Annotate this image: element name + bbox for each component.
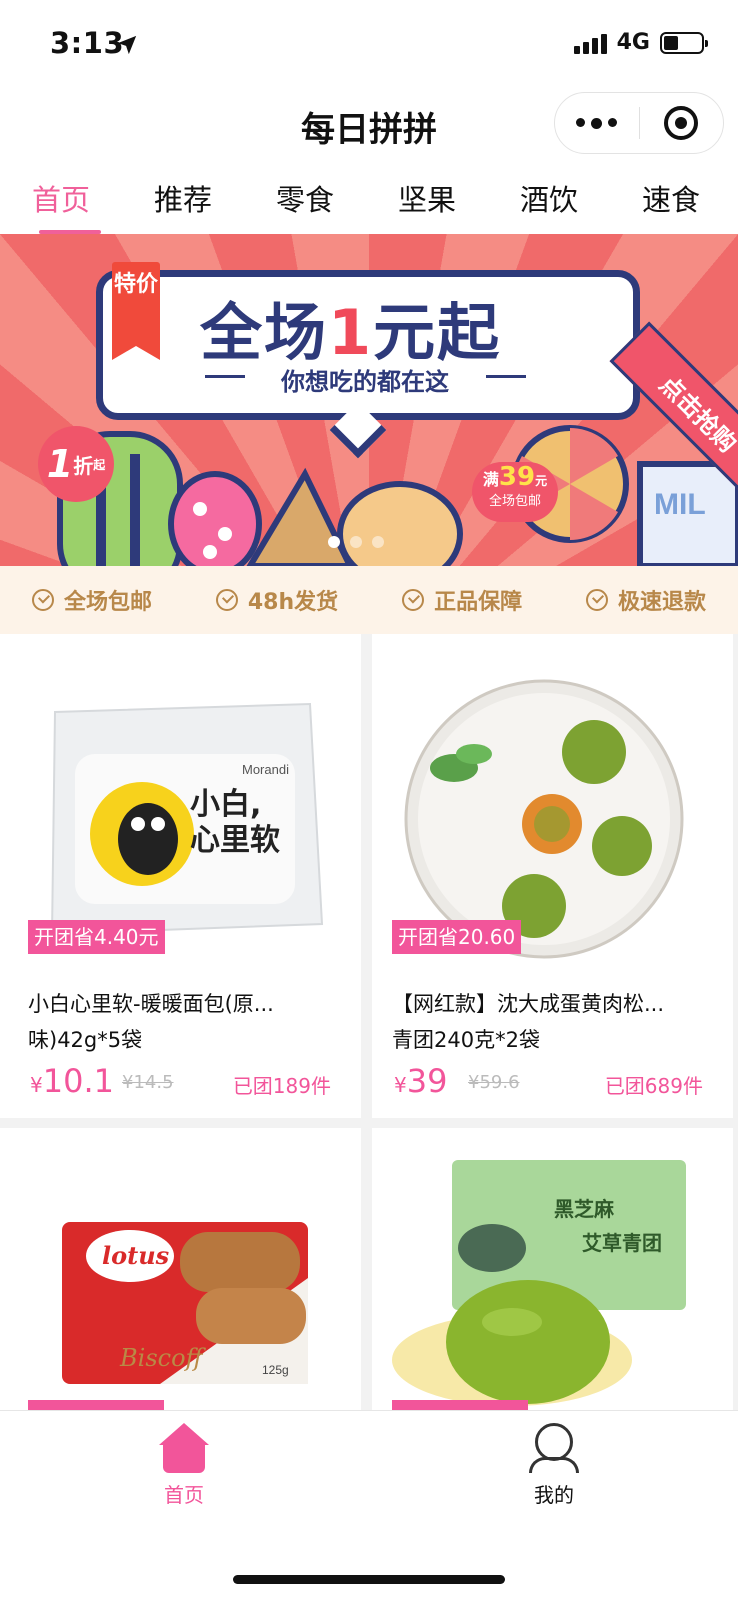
user-icon — [529, 1423, 579, 1473]
original-price: ¥59.6 — [468, 1072, 520, 1093]
headline-pre: 全场 — [200, 296, 329, 369]
bottom-tab-bar: 首页 我的 — [0, 1410, 738, 1600]
guarantee-label: 48h发货 — [247, 590, 339, 615]
original-price: ¥14.5 — [122, 1072, 174, 1093]
product-image: 小白, 心里软 Morandi — [0, 634, 361, 964]
group-saving-badge: 开团省4.40元 — [28, 920, 165, 954]
free-shipping-threshold: 满39元 — [472, 462, 558, 492]
check-circle-icon — [215, 589, 238, 611]
group-saving-badge: 开团省20.60 — [392, 920, 522, 954]
check-circle-icon — [585, 589, 608, 611]
banner-subline: 你想吃的都在这 — [281, 368, 449, 396]
check-circle-icon — [402, 589, 425, 611]
product-price: ¥39 — [394, 1062, 447, 1100]
category-tabs: 首页 推荐 零食 坚果 酒饮 速食 — [0, 160, 738, 234]
network-type: 4G — [616, 30, 650, 55]
discount-suffix: 起 — [93, 457, 106, 472]
tab-nuts[interactable]: 坚果 — [366, 160, 488, 234]
home-icon — [159, 1423, 209, 1473]
location-arrow-icon — [117, 35, 137, 55]
product-card[interactable]: 小白, 心里软 Morandi 开团省4.40元 小白心里软-暖暖面包(原...… — [0, 634, 361, 1118]
tab-home[interactable]: 首页 — [0, 160, 122, 234]
guarantee-48h-dispatch: 48h发货 — [215, 584, 339, 616]
package-weight: 125g — [262, 1363, 289, 1377]
status-time: 3:13 — [50, 26, 125, 60]
package-brand: Morandi — [242, 762, 289, 777]
sold-count: 已团189件 — [232, 1074, 331, 1098]
close-miniprogram-button[interactable] — [640, 106, 724, 140]
signal-icon — [573, 32, 607, 54]
price-value: 39 — [406, 1062, 448, 1100]
free-shipping-text: 全场包邮 — [488, 494, 541, 509]
promo-banner[interactable]: MIL 特价 全场1元起 你想吃的都在这 点击抢购 1 折 起 满39元 全场包… — [0, 234, 738, 566]
currency-symbol: ¥ — [30, 1073, 43, 1097]
free-shipping-unit: 元 — [535, 474, 548, 488]
product-name-line: 【网红款】沈大成蛋黄肉松... — [392, 992, 665, 1016]
product-name: 小白心里软-暖暖面包(原... 味)42g*5袋 — [28, 986, 338, 1058]
package-text-line1: 黑芝麻 — [554, 1197, 615, 1221]
miniprogram-capsule — [554, 92, 724, 154]
nav-bar: 每日拼拼 — [0, 92, 738, 160]
home-indicator — [233, 1575, 505, 1584]
status-indicators: 4G — [573, 30, 708, 55]
target-icon — [664, 106, 699, 140]
free-shipping-prefix: 满 — [482, 470, 499, 489]
package-subbrand: Biscoff — [119, 1344, 207, 1372]
package-text-line2: 心里软 — [190, 823, 280, 858]
discount-unit: 折 — [73, 453, 94, 478]
product-name-line: 小白心里软-暖暖面包(原... — [28, 992, 274, 1016]
svg-text:MIL: MIL — [654, 488, 706, 521]
service-guarantees: 全场包邮 48h发货 正品保障 极速退款 — [0, 566, 738, 634]
discount-number: 1 — [46, 442, 74, 486]
special-price-tag: 特价 — [112, 262, 160, 360]
package-brand: lotus — [102, 1241, 170, 1270]
app-screen: 3:13 4G 每日拼拼 首页 推荐 零食 坚果 酒饮 速食 MIL 特价 全场… — [0, 0, 738, 1600]
carousel-dot[interactable] — [328, 536, 340, 548]
headline-number: 1 — [328, 296, 374, 369]
battery-icon — [660, 31, 708, 54]
package-text-line2: 艾草青团 — [582, 1231, 662, 1255]
carousel-dots — [328, 536, 384, 548]
discount-badge: 1 折 起 — [38, 426, 114, 502]
more-icon[interactable] — [555, 117, 639, 129]
guarantee-label: 极速退款 — [617, 590, 706, 615]
product-price: ¥10.1 — [30, 1062, 114, 1100]
guarantee-fast-refund: 极速退款 — [585, 584, 706, 616]
tabbar-profile[interactable]: 我的 — [494, 1423, 614, 1508]
tab-instant-food[interactable]: 速食 — [610, 160, 732, 234]
product-card[interactable]: lotus Biscoff 125g — [0, 1128, 361, 1428]
subline-rule-right — [486, 375, 526, 378]
currency-symbol: ¥ — [394, 1073, 407, 1097]
banner-headline: 全场1元起 — [200, 282, 501, 372]
tab-snacks[interactable]: 零食 — [244, 160, 366, 234]
product-name-line: 青团240克*2袋 — [392, 1028, 540, 1052]
carousel-dot[interactable] — [350, 536, 362, 548]
headline-post: 元起 — [373, 296, 502, 369]
tabbar-label: 我的 — [534, 1483, 574, 1507]
guarantee-label: 全场包邮 — [63, 590, 152, 615]
free-shipping-value: 39 — [498, 462, 536, 492]
free-shipping-badge: 满39元 全场包邮 — [472, 462, 558, 522]
carousel-dot[interactable] — [372, 536, 384, 548]
guarantee-label: 正品保障 — [434, 590, 523, 615]
product-image — [372, 634, 733, 964]
product-card[interactable]: 开团省20.60 【网红款】沈大成蛋黄肉松... 青团240克*2袋 ¥39 ¥… — [372, 634, 733, 1118]
sold-count: 已团689件 — [604, 1074, 703, 1098]
product-name: 【网红款】沈大成蛋黄肉松... 青团240克*2袋 — [392, 986, 702, 1058]
guarantee-free-shipping: 全场包邮 — [31, 584, 152, 616]
product-card[interactable]: 黑芝麻 艾草青团 — [372, 1128, 733, 1428]
tab-drinks[interactable]: 酒饮 — [488, 160, 610, 234]
product-image: lotus Biscoff 125g — [0, 1128, 361, 1428]
tabbar-label: 首页 — [164, 1483, 204, 1507]
guarantee-authentic: 正品保障 — [402, 584, 522, 616]
status-bar: 3:13 4G — [0, 0, 738, 92]
check-circle-icon — [31, 589, 54, 611]
product-name-line: 味)42g*5袋 — [28, 1028, 143, 1052]
tabbar-home[interactable]: 首页 — [124, 1423, 244, 1508]
package-text-line1: 小白, — [190, 787, 261, 822]
tab-recommend[interactable]: 推荐 — [122, 160, 244, 234]
price-value: 10.1 — [42, 1062, 114, 1100]
battery-level — [664, 35, 678, 50]
product-image: 黑芝麻 艾草青团 — [372, 1128, 733, 1428]
